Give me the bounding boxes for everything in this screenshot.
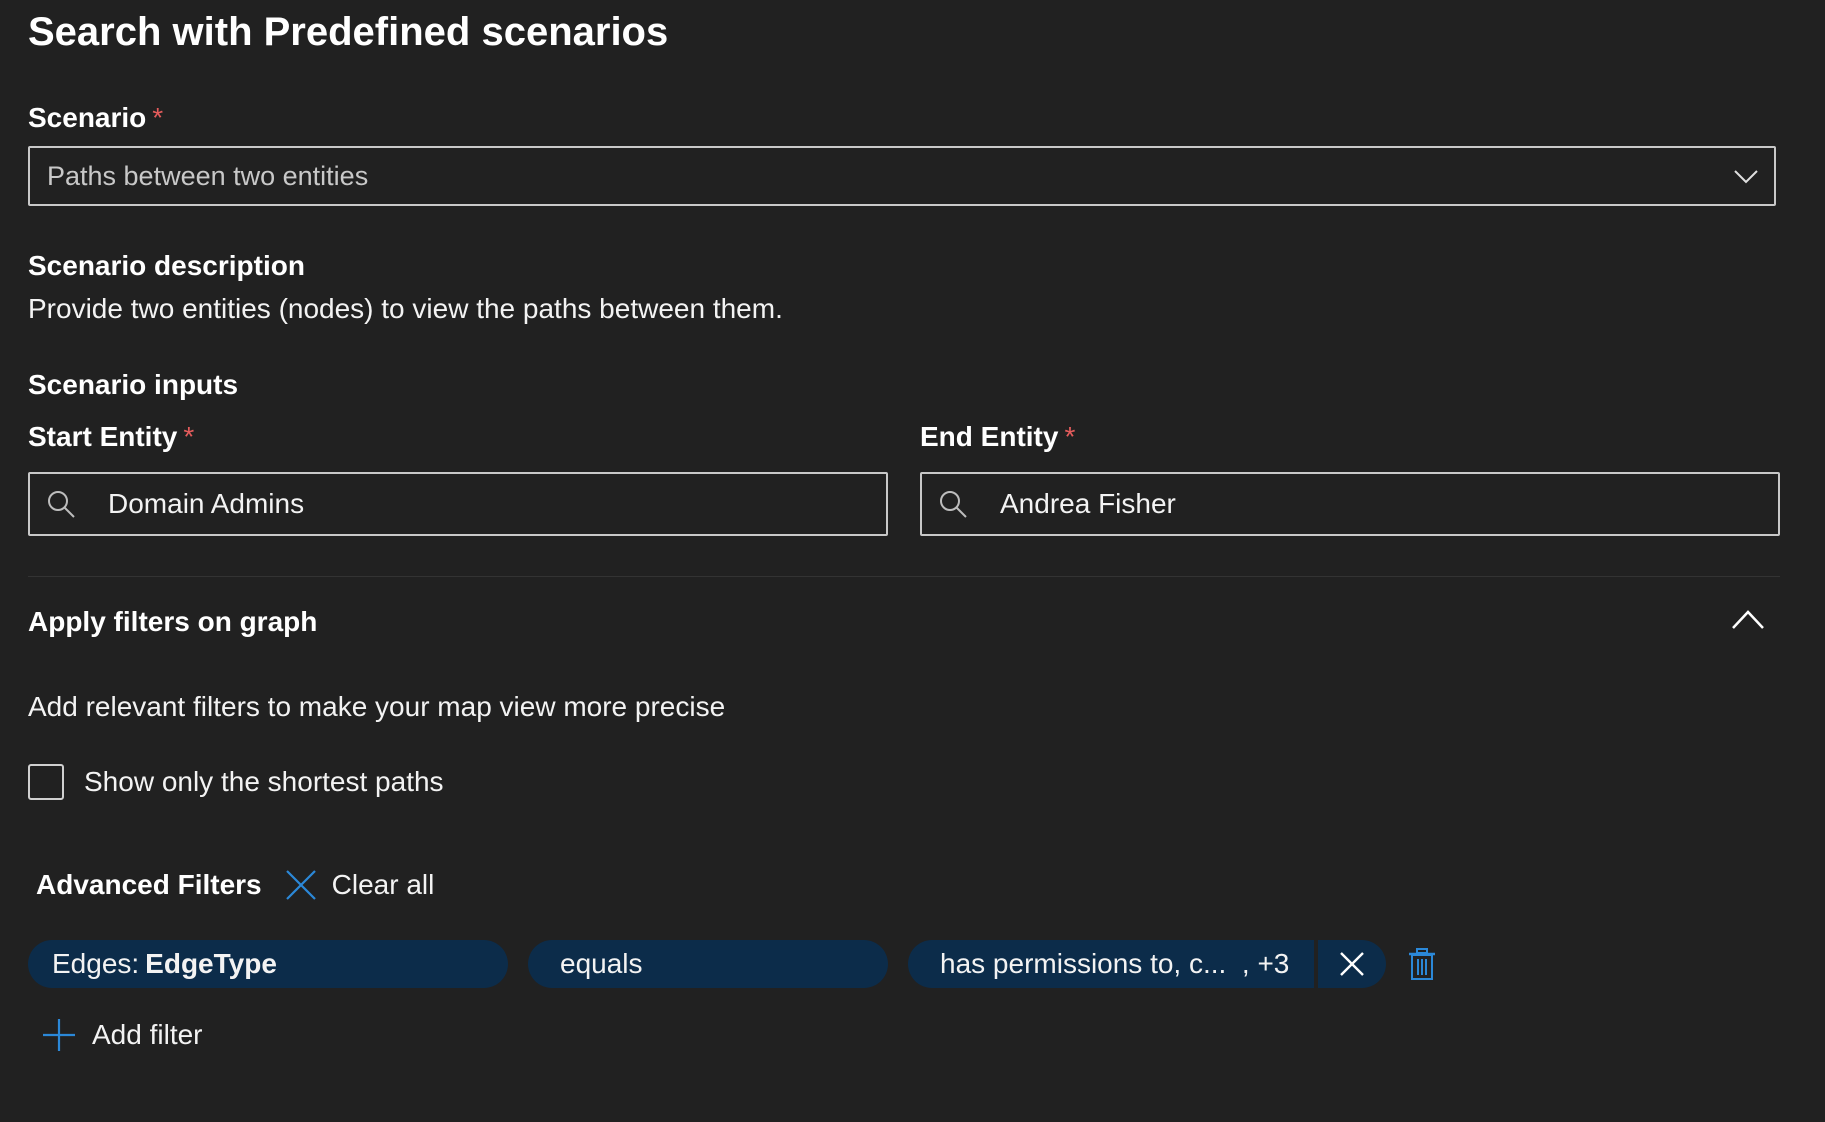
chevron-up-icon[interactable] — [1730, 604, 1766, 634]
advanced-filters-header: Advanced Filters Clear all — [36, 868, 434, 902]
chevron-down-icon — [1734, 170, 1758, 184]
section-divider — [28, 576, 1780, 577]
trash-icon[interactable] — [1408, 948, 1436, 980]
page-title: Search with Predefined scenarios — [28, 10, 669, 54]
end-entity-label-text: End Entity — [920, 421, 1059, 452]
start-entity-value: Domain Admins — [108, 488, 305, 519]
filter-value-pill[interactable]: has permissions to, c... , +3 — [908, 940, 1314, 988]
clear-all-button[interactable]: Clear all — [284, 868, 435, 902]
scenario-inputs-label: Scenario inputs — [28, 369, 239, 400]
filters-hint: Add relevant filters to make your map vi… — [28, 691, 726, 722]
scenario-label: Scenario * — [28, 102, 163, 134]
shortest-paths-checkbox[interactable] — [28, 764, 64, 800]
scenario-description-text: Provide two entities (nodes) to view the… — [28, 293, 783, 324]
required-marker: * — [1064, 421, 1076, 452]
search-icon — [940, 491, 967, 518]
start-entity-input[interactable]: Domain Admins — [28, 472, 888, 536]
end-entity-label: End Entity * — [920, 421, 1075, 453]
end-entity-input[interactable]: Andrea Fisher — [920, 472, 1780, 536]
filter-operator-value: equals — [560, 948, 643, 979]
close-icon — [1340, 952, 1364, 976]
shortest-paths-label: Show only the shortest paths — [84, 766, 444, 797]
advanced-filters-label: Advanced Filters — [36, 869, 262, 900]
apply-filters-header[interactable]: Apply filters on graph — [28, 606, 317, 638]
filter-value-text: has permissions to, c... , +3 — [940, 948, 1290, 979]
required-marker: * — [183, 421, 195, 452]
filter-operator-pill[interactable]: equals — [528, 940, 888, 988]
add-filter-button[interactable]: Add filter — [42, 1018, 203, 1052]
filter-field-name: EdgeType — [145, 948, 277, 979]
add-filter-label: Add filter — [92, 1019, 203, 1050]
filter-field-prefix: Edges: — [52, 948, 140, 979]
close-icon — [285, 870, 316, 900]
scenario-dropdown[interactable]: Paths between two entities — [28, 146, 1776, 206]
end-entity-value: Andrea Fisher — [1000, 488, 1176, 519]
clear-all-label: Clear all — [331, 869, 435, 900]
scenario-description-label: Scenario description — [28, 250, 305, 281]
search-icon — [48, 491, 75, 518]
scenario-dropdown-value: Paths between two entities — [47, 160, 369, 191]
required-marker: * — [152, 102, 164, 133]
start-entity-label-text: Start Entity — [28, 421, 178, 452]
filter-field-pill[interactable]: Edges: EdgeType — [28, 940, 508, 988]
plus-icon — [43, 1019, 75, 1051]
start-entity-label: Start Entity * — [28, 421, 194, 453]
shortest-paths-option[interactable]: Show only the shortest paths — [28, 764, 444, 800]
scenario-label-text: Scenario — [28, 102, 147, 133]
filter-value-remove-button[interactable] — [1318, 940, 1386, 988]
